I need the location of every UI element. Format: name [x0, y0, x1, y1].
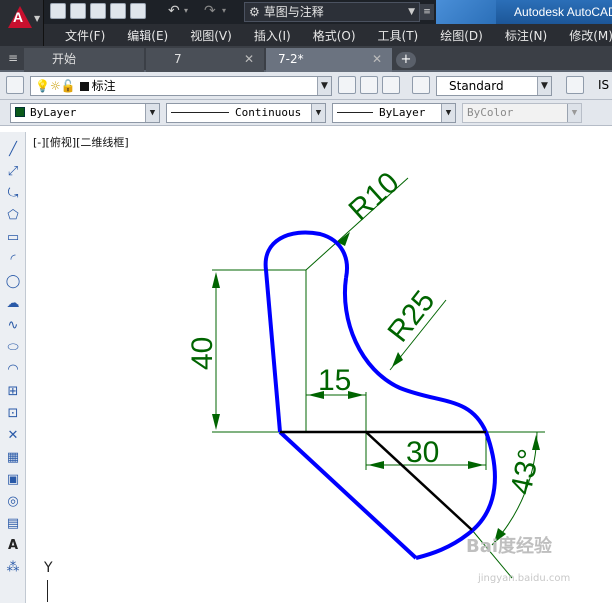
- ucs-y-label: Y: [44, 560, 53, 576]
- dim-text-40: 40: [186, 337, 219, 370]
- dim-text-15: 15: [318, 364, 351, 397]
- arrow-head: [212, 414, 220, 430]
- drawing-svg: R10 R25 40 15 30 43°: [186, 166, 547, 579]
- dim-text-30: 30: [406, 436, 439, 469]
- arrow-head: [368, 461, 384, 469]
- arrow-head: [392, 352, 403, 367]
- arrow-head: [468, 461, 484, 469]
- centerlines: [280, 430, 486, 531]
- dim-text-r10: R10: [343, 166, 406, 227]
- outline-left-edge: [264, 269, 282, 433]
- arrow-head: [212, 272, 220, 288]
- ucs-icon: Y: [44, 560, 53, 602]
- ucs-y-axis: [47, 580, 48, 602]
- dimension-lines: [212, 177, 545, 579]
- outline-bottom-edge: [278, 430, 418, 560]
- watermark: Bai度经验: [466, 536, 553, 557]
- part-outline: [263, 230, 497, 560]
- dim-text-43: 43°: [505, 446, 547, 497]
- arrow-head: [532, 435, 540, 450]
- watermark-url: jingyan.baidu.com: [478, 573, 571, 584]
